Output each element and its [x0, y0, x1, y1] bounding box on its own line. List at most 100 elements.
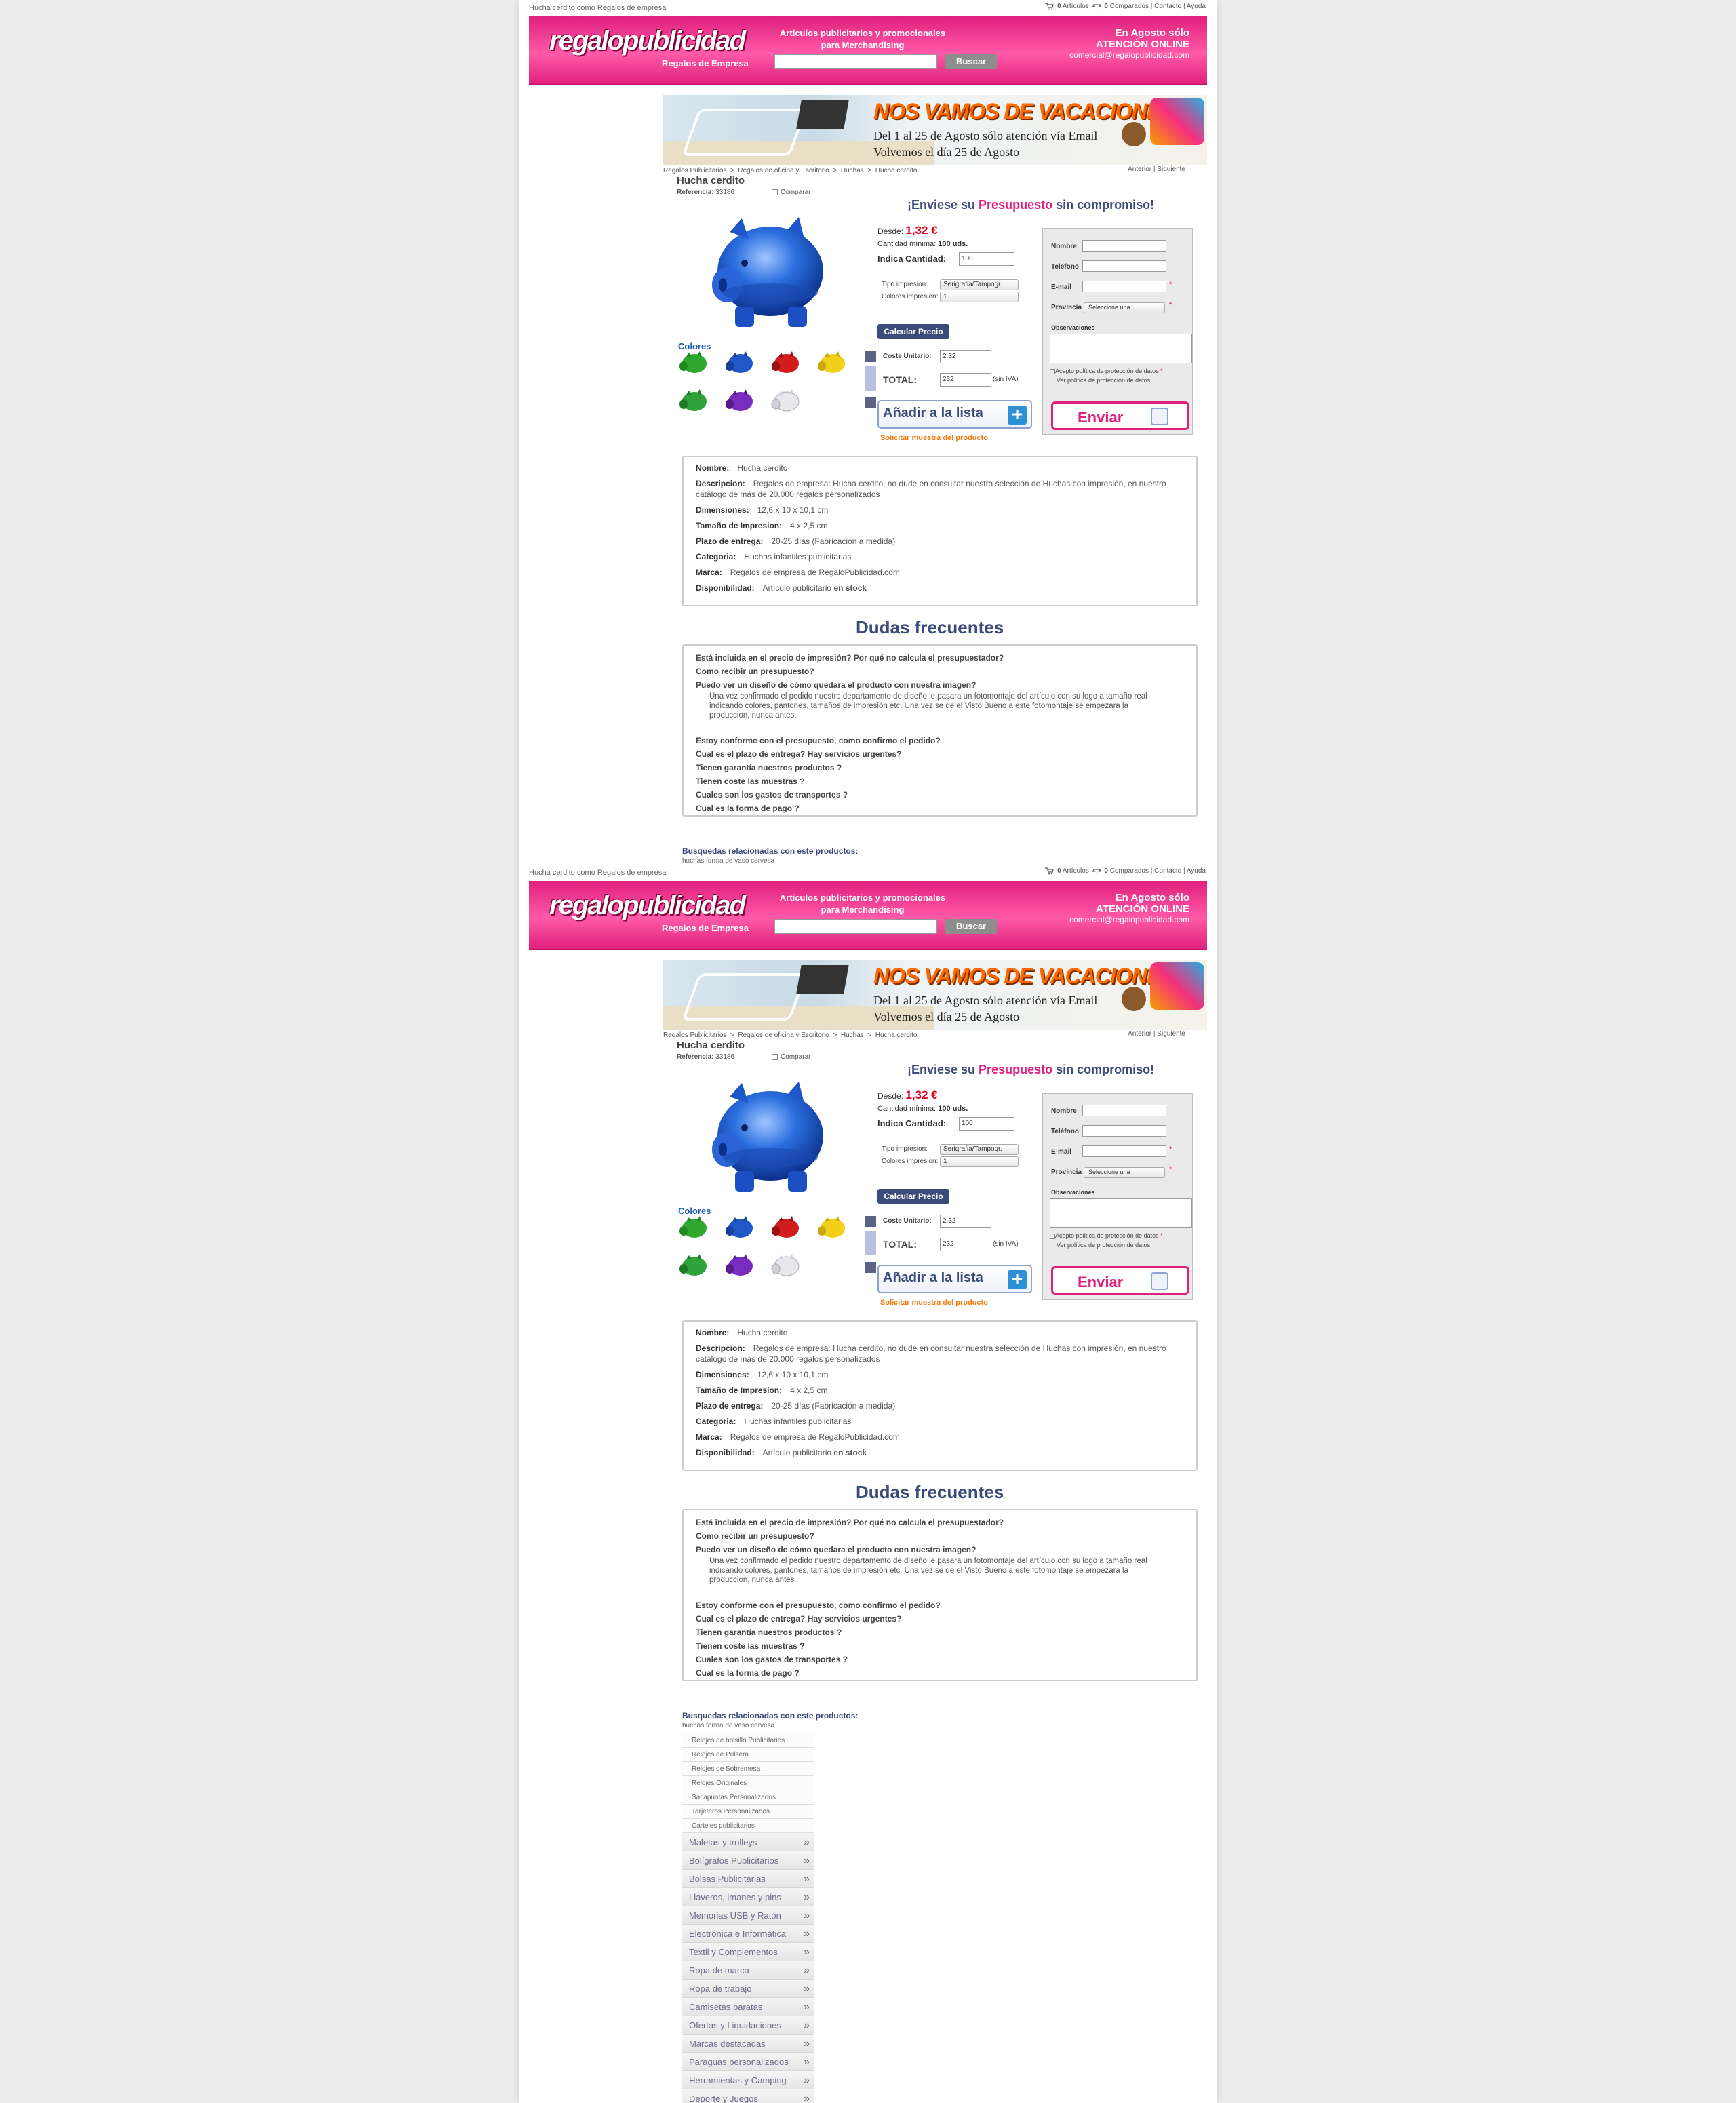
compare-icon[interactable] — [1092, 3, 1101, 10]
checkbox[interactable] — [772, 189, 778, 195]
faq-question[interactable]: Cual es la forma de pago ? — [696, 802, 1184, 815]
faq-question[interactable]: Está incluida en el precio de impresión?… — [696, 1516, 1184, 1529]
calcular-precio-button[interactable]: Calcular Precio — [877, 1189, 949, 1204]
category-item[interactable]: Bolsas Publicitarias » — [682, 1870, 814, 1888]
search-button[interactable]: Buscar — [945, 54, 997, 69]
category-item[interactable]: Electrónica e Informática » — [682, 1925, 814, 1943]
anterior-link[interactable]: Anterior — [1128, 1030, 1151, 1038]
add-to-list-button[interactable]: Añadir a la lista + — [877, 400, 1032, 429]
category-item[interactable]: Paraguas personalizados » — [682, 2053, 814, 2071]
accept-privacy[interactable]: Acepto política de protección de datos * — [1050, 1232, 1192, 1239]
enviar-button[interactable]: Enviar — [1051, 1266, 1189, 1295]
faq-question[interactable]: Cual es el plazo de entrega? Hay servici… — [696, 1612, 1184, 1626]
compare-icon[interactable] — [1092, 867, 1101, 875]
color-swatch-blue[interactable] — [724, 1215, 755, 1242]
submenu-item[interactable]: Sacapuntas Personalizados — [682, 1790, 814, 1805]
search-button[interactable]: Buscar — [945, 919, 997, 934]
notice-email[interactable]: comercial@regalopublicidad.com — [1069, 915, 1189, 924]
faq-question[interactable]: Como recibir un presupuesto? — [696, 1529, 1184, 1543]
compare-checkbox[interactable]: Comparar — [772, 1053, 810, 1061]
color-swatch-blue[interactable] — [724, 350, 755, 377]
product-image[interactable] — [709, 212, 829, 334]
observaciones-textarea[interactable] — [1050, 334, 1192, 363]
category-item[interactable]: Maletas y trolleys » — [682, 1833, 814, 1851]
provincia-select[interactable]: Seleccione una — [1084, 302, 1165, 313]
category-item[interactable]: Ropa de marca » — [682, 1961, 814, 1980]
faq-question[interactable]: Como recibir un presupuesto? — [696, 665, 1184, 678]
search-input[interactable] — [774, 54, 937, 69]
request-sample-link[interactable]: Solicitar muestra del producto — [880, 434, 988, 442]
color-swatch-yellow[interactable] — [816, 1215, 848, 1242]
color-swatch-red[interactable] — [770, 1215, 802, 1242]
contacto-link[interactable]: Contacto — [1154, 3, 1181, 10]
color-swatch-clear[interactable] — [770, 388, 802, 415]
privacy-link[interactable]: Ver política de protección de datos — [1057, 1242, 1150, 1249]
privacy-link[interactable]: Ver política de protección de datos — [1057, 377, 1150, 384]
breadcrumb-item[interactable]: Regalos Publicitarios — [663, 167, 726, 174]
breadcrumb-item[interactable]: Regalos de oficina y Escritorio — [738, 1031, 829, 1039]
add-to-list-button[interactable]: Añadir a la lista + — [877, 1265, 1032, 1293]
compare-checkbox[interactable]: Comparar — [772, 189, 810, 196]
vacation-banner[interactable]: NOS VAMOS DE VACACIONES! Del 1 al 25 de … — [663, 960, 1207, 1030]
quantity-input[interactable]: 100 — [959, 252, 1014, 266]
quantity-input[interactable]: 100 — [959, 1117, 1014, 1131]
email-field[interactable] — [1082, 281, 1166, 292]
color-swatch-yellow[interactable] — [816, 350, 848, 377]
notice-email[interactable]: comercial@regalopublicidad.com — [1069, 50, 1189, 60]
color-swatch-green[interactable] — [678, 1215, 709, 1242]
accept-checkbox[interactable] — [1050, 1233, 1055, 1239]
comparados-link[interactable]: Comparados — [1110, 3, 1149, 10]
submenu-item[interactable]: Carteles publicitarios — [682, 1819, 814, 1833]
breadcrumb-item[interactable]: Regalos de oficina y Escritorio — [738, 167, 829, 174]
nombre-field[interactable] — [1082, 240, 1166, 252]
category-item[interactable]: Llaveros, imanes y pins » — [682, 1888, 814, 1906]
telefono-field[interactable] — [1082, 260, 1166, 272]
color-swatch-green[interactable] — [678, 388, 709, 415]
observaciones-textarea[interactable] — [1050, 1198, 1192, 1228]
category-item[interactable]: Bolígrafos Publicitarios » — [682, 1851, 814, 1870]
site-logo[interactable]: regalopublicidad — [549, 890, 746, 921]
faq-question[interactable]: Puedo ver un diseño de cómo quedara el p… — [696, 1543, 1184, 1556]
faq-question[interactable]: Puedo ver un diseño de cómo quedara el p… — [696, 678, 1184, 692]
faq-question[interactable]: Tienen coste las muestras ? — [696, 1639, 1184, 1653]
category-item[interactable]: Ropa de trabajo » — [682, 1980, 814, 1998]
category-item[interactable]: Herramientas y Camping » — [682, 2071, 814, 2089]
anterior-link[interactable]: Anterior — [1128, 165, 1151, 173]
faq-question[interactable]: Cuales son los gastos de transportes ? — [696, 1653, 1184, 1666]
breadcrumb-item[interactable]: Hucha cerdito — [875, 167, 918, 174]
ayuda-link[interactable]: Ayuda — [1187, 3, 1206, 10]
detail-value[interactable]: Huchas infantiles publicitarias — [744, 1417, 851, 1426]
faq-question[interactable]: Tienen garantía nuestros productos ? — [696, 1626, 1184, 1639]
related-search-link[interactable]: huchas forma de vaso cervesa — [682, 1722, 774, 1729]
tipo-impresion-select[interactable]: Serigrafia/Tampogr. — [940, 1144, 1019, 1155]
checkbox[interactable] — [772, 1053, 778, 1060]
color-swatch-green[interactable] — [678, 350, 709, 377]
color-swatch-red[interactable] — [770, 350, 802, 377]
faq-question[interactable]: Tienen coste las muestras ? — [696, 774, 1184, 788]
category-item[interactable]: Ofertas y Liquidaciones » — [682, 2016, 814, 2035]
faq-question[interactable]: Está incluida en el precio de impresión?… — [696, 651, 1184, 665]
category-item[interactable]: Deporte y Juegos » — [682, 2089, 814, 2103]
color-swatch-green[interactable] — [678, 1253, 709, 1280]
faq-question[interactable]: Cual es la forma de pago ? — [696, 1666, 1184, 1680]
submenu-item[interactable]: Relojes de Pulsera — [682, 1748, 814, 1762]
related-search-link[interactable]: huchas forma de vaso cervesa — [682, 857, 774, 864]
category-item[interactable]: Marcas destacadas » — [682, 2035, 814, 2053]
cart-icon[interactable] — [1045, 3, 1054, 10]
faq-question[interactable]: Estoy conforme con el presupuesto, como … — [696, 1598, 1184, 1612]
cart-icon[interactable] — [1045, 867, 1054, 875]
product-image[interactable] — [709, 1076, 829, 1198]
email-field[interactable] — [1082, 1145, 1166, 1157]
contacto-link[interactable]: Contacto — [1154, 867, 1181, 875]
accept-privacy[interactable]: Acepto política de protección de datos * — [1050, 368, 1192, 374]
category-item[interactable]: Camisetas baratas » — [682, 1998, 814, 2016]
colores-impresion-select[interactable]: 1 — [940, 292, 1019, 302]
breadcrumb-item[interactable]: Regalos Publicitarios — [663, 1031, 726, 1039]
submenu-item[interactable]: Relojes Originales — [682, 1776, 814, 1790]
faq-question[interactable]: Cuales son los gastos de transportes ? — [696, 788, 1184, 802]
calcular-precio-button[interactable]: Calcular Precio — [877, 324, 949, 339]
breadcrumb-item[interactable]: Hucha cerdito — [875, 1031, 918, 1039]
siguiente-link[interactable]: Siguiente — [1157, 165, 1185, 173]
provincia-select[interactable]: Seleccione una — [1084, 1167, 1165, 1178]
submenu-item[interactable]: Tarjeteros Personalizados — [682, 1805, 814, 1819]
